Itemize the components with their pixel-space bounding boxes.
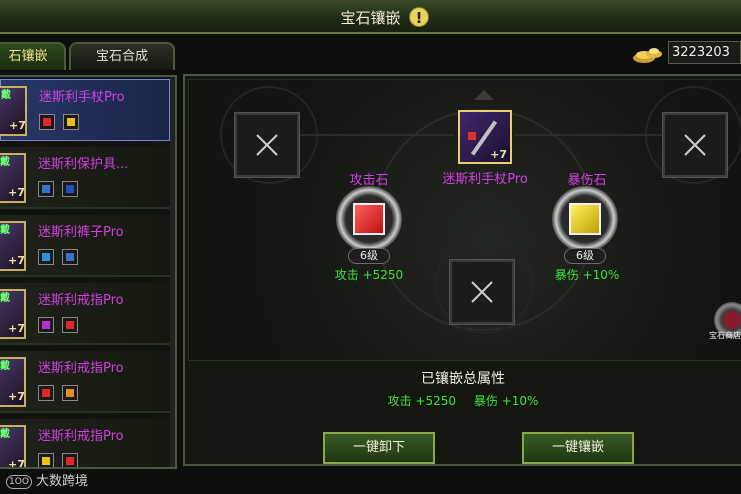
- enhance-level: +7: [8, 186, 25, 199]
- empty-socket-slot[interactable]: [662, 112, 728, 178]
- unequip-all-button[interactable]: 一键卸下: [323, 432, 435, 464]
- inlay-panel: +7 迷斯利手杖Pro 攻击石 6级 攻击 +5250 暴伤石 6级 暴伤 +1…: [183, 74, 741, 466]
- equipped-badge: 戴: [0, 293, 10, 304]
- summary-title: 已镶嵌总属性: [421, 371, 505, 387]
- list-item[interactable]: 戴 +7 迷斯利戒指Pro: [0, 419, 170, 469]
- attack-gem-icon: [353, 203, 385, 235]
- equipped-badge: 戴: [0, 225, 10, 236]
- enhance-level: +7: [8, 322, 25, 335]
- item-thumbnail: 戴 +7: [0, 153, 26, 203]
- watermark-logo: 1OO: [6, 474, 32, 489]
- close-icon: [471, 281, 493, 303]
- equipped-badge: 戴: [0, 429, 10, 440]
- right-gem-socket[interactable]: [552, 186, 618, 252]
- title-bar: 宝石镶嵌 !: [0, 0, 741, 34]
- equip-all-button[interactable]: 一键镶嵌: [522, 432, 634, 464]
- watermark: 1OO 大数跨境: [6, 470, 88, 489]
- item-name: 迷斯利戒指Pro: [38, 361, 124, 376]
- item-name: 迷斯利戒指Pro: [38, 293, 124, 308]
- gem-shop-label[interactable]: 宝石商店: [709, 330, 741, 341]
- enhance-level: +7: [8, 254, 25, 267]
- close-icon: [684, 134, 706, 156]
- gold-amount: 3223203: [668, 41, 741, 64]
- enhance-level: +7: [8, 390, 25, 403]
- tab-gem-inlay[interactable]: 石镶嵌: [0, 42, 66, 70]
- close-icon: [256, 134, 278, 156]
- equipment-list[interactable]: 戴 +7 迷斯利手杖Pro 戴 +7 迷斯利保护具... 戴 +7 迷斯利裤子P…: [0, 75, 177, 469]
- gem-slot-icon: [38, 249, 54, 265]
- gold-ingot-icon: [633, 48, 662, 63]
- equipped-badge: 戴: [0, 157, 10, 168]
- selected-equipment-icon[interactable]: +7: [458, 110, 512, 164]
- summary-attr: 暴伤 +10%: [473, 394, 539, 408]
- gem-slot-icon: [39, 114, 55, 130]
- list-item[interactable]: 戴 +7 迷斯利戒指Pro: [0, 283, 170, 345]
- equipped-badge: 戴: [1, 90, 11, 101]
- enhance-level: +7: [8, 458, 25, 469]
- left-gem-effect: 攻击 +5250: [334, 268, 404, 282]
- gem-slot-icon: [38, 453, 54, 467]
- list-scrollbar[interactable]: [170, 77, 175, 467]
- item-name: 迷斯利裤子Pro: [38, 225, 124, 240]
- socket-area: +7 迷斯利手杖Pro 攻击石 6级 攻击 +5250 暴伤石 6级 暴伤 +1…: [188, 79, 741, 361]
- ruby-gem-icon: [468, 132, 476, 140]
- gem-slot-icon: [62, 385, 78, 401]
- right-gem-level: 6级: [564, 248, 606, 264]
- left-gem-level: 6级: [348, 248, 390, 264]
- gem-slot-icon: [38, 385, 54, 401]
- empty-socket-slot[interactable]: [234, 112, 300, 178]
- tab-gem-synthesis[interactable]: 宝石合成: [69, 42, 175, 70]
- watermark-text: 大数跨境: [36, 474, 89, 489]
- item-thumbnail: 戴 +7: [0, 86, 27, 136]
- crit-damage-gem-icon: [569, 203, 601, 235]
- item-name: 迷斯利手杖Pro: [39, 90, 125, 105]
- gem-slot-icon: [63, 114, 79, 130]
- item-thumbnail: 戴 +7: [0, 357, 26, 407]
- gem-slot-icon: [38, 317, 54, 333]
- list-item[interactable]: 戴 +7 迷斯利手杖Pro: [0, 79, 170, 141]
- item-thumbnail: 戴 +7: [0, 425, 26, 469]
- gem-slot-icon: [62, 317, 78, 333]
- enhance-level: +7: [9, 119, 26, 132]
- left-gem-socket[interactable]: [336, 186, 402, 252]
- item-thumbnail: 戴 +7: [0, 221, 26, 271]
- list-item[interactable]: 戴 +7 迷斯利裤子Pro: [0, 215, 170, 277]
- empty-socket-slot[interactable]: [449, 259, 515, 325]
- list-item[interactable]: 戴 +7 迷斯利戒指Pro: [0, 351, 170, 413]
- summary-attributes: 攻击 +5250 暴伤 +10%: [185, 392, 741, 409]
- summary-attr: 攻击 +5250: [387, 394, 457, 408]
- gem-slot-icon: [62, 453, 78, 467]
- item-name: 迷斯利戒指Pro: [38, 429, 124, 444]
- item-thumbnail: 戴 +7: [0, 289, 26, 339]
- exclamation-icon[interactable]: !: [409, 7, 429, 27]
- list-item[interactable]: 戴 +7 迷斯利保护具...: [0, 147, 170, 209]
- selected-equipment-name: 迷斯利手杖Pro: [442, 172, 528, 187]
- gem-slot-icon: [62, 181, 78, 197]
- equipped-badge: 戴: [0, 361, 10, 372]
- gem-slot-icon: [38, 181, 54, 197]
- gem-slot-icon: [62, 249, 78, 265]
- right-gem-effect: 暴伤 +10%: [554, 268, 620, 282]
- window-title: 宝石镶嵌: [340, 9, 401, 27]
- item-name: 迷斯利保护具...: [38, 157, 129, 172]
- enhance-level: +7: [490, 148, 507, 161]
